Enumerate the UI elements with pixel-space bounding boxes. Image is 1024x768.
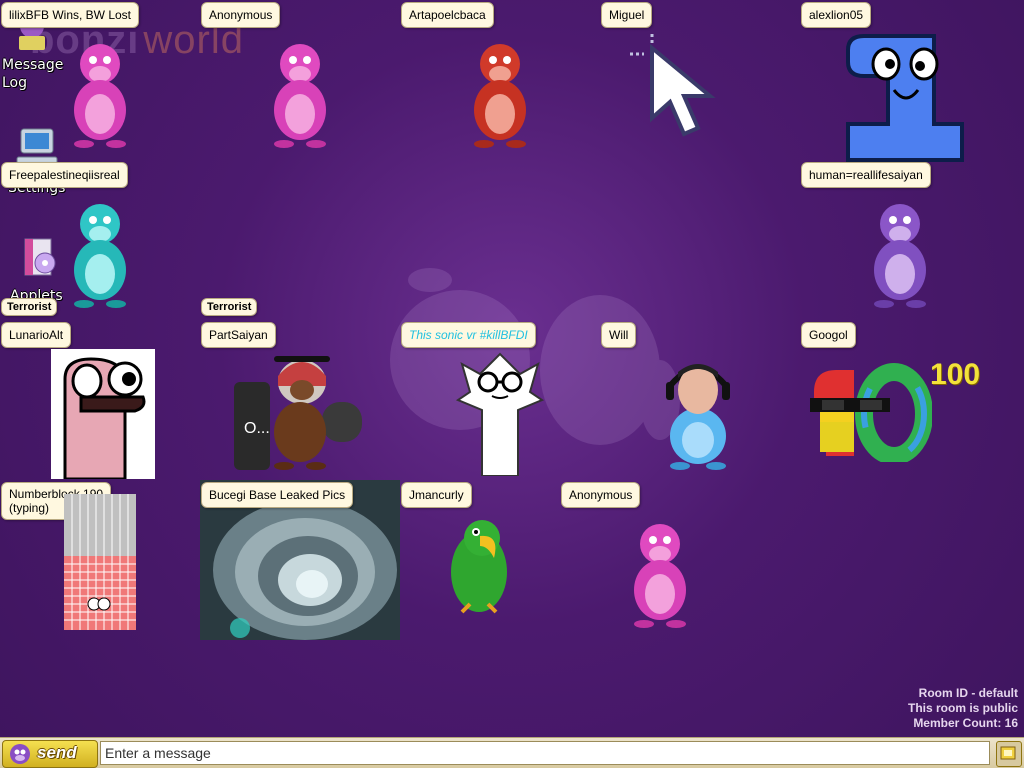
chat-bar: send: [0, 737, 1024, 768]
user-name-tag: alexlion05: [801, 2, 872, 28]
room-public-status: This room is public: [907, 701, 1018, 715]
message-log-label: Message Log: [2, 57, 64, 91]
software-box-icon: [24, 238, 56, 276]
typing-status: (typing): [9, 501, 50, 515]
user-name-tag: human=reallifesaiyan: [801, 162, 931, 188]
member-count: Member Count: 16: [913, 716, 1018, 730]
user-name-tag: lilixBFB Wins, BW Lost: [1, 2, 140, 28]
room-id: Room ID - default: [918, 686, 1018, 700]
bonzi-red-avatar[interactable]: [460, 38, 540, 150]
white-cartoon-character-avatar[interactable]: [452, 348, 548, 476]
user-name-tag: Anonymous: [561, 482, 641, 508]
message-input[interactable]: [100, 741, 990, 765]
blue-number-character-avatar[interactable]: [838, 30, 978, 162]
bonzi-head-icon: [10, 744, 30, 764]
mouse-cursor-avatar[interactable]: [630, 34, 730, 144]
user-name-tag: Will: [601, 322, 637, 348]
chat-options-button[interactable]: [996, 741, 1022, 767]
user-name-tag: This sonic vr #killBFDI: [401, 322, 536, 348]
user-name-tag: Miguel: [601, 2, 653, 28]
send-button[interactable]: send: [2, 740, 98, 768]
chat-room-stage: bonzi world Message Log Settings Applets …: [0, 0, 1024, 737]
user-name-tag: Anonymous: [201, 2, 281, 28]
bonzi-pink-avatar[interactable]: [620, 518, 700, 630]
terrorist-badge: Terrorist: [1, 298, 58, 316]
numberblock-190-avatar[interactable]: [64, 494, 136, 630]
bonzi-purple-avatar[interactable]: [860, 198, 940, 310]
user-name-tag-overlay: Bucegi Base Leaked Pics: [201, 482, 354, 508]
numberblock-googol-avatar[interactable]: [806, 362, 932, 462]
user-name-tag: LunarioAlt: [1, 322, 72, 348]
terrorist-badge: Terrorist: [201, 298, 258, 316]
bonzi-brown-headscarf-avatar[interactable]: [234, 352, 364, 472]
pink-cartoon-face-avatar[interactable]: [51, 349, 155, 479]
bonzi-cyan-face-avatar[interactable]: [656, 356, 740, 472]
options-icon: [1000, 746, 1016, 760]
bonzi-pink-avatar[interactable]: [260, 38, 340, 150]
send-label: send: [37, 743, 77, 762]
green-parrot-avatar[interactable]: [444, 516, 514, 620]
room-info: Room ID - default This room is public Me…: [908, 686, 1018, 731]
user-name-tag: Jmancurly: [401, 482, 472, 508]
user-name-tag: Freepalestineqiisreal: [1, 162, 128, 188]
user-name-tag: Artapoelcbaca: [401, 2, 494, 28]
bonzi-pink-avatar[interactable]: [60, 38, 140, 150]
googol-100-label: 100: [930, 358, 981, 391]
user-name-tag: Googol: [801, 322, 856, 348]
bonzi-cyan-avatar[interactable]: [60, 198, 140, 310]
user-name-tag: PartSaiyan: [201, 322, 276, 348]
typing-bubble-text: O...: [244, 420, 270, 437]
